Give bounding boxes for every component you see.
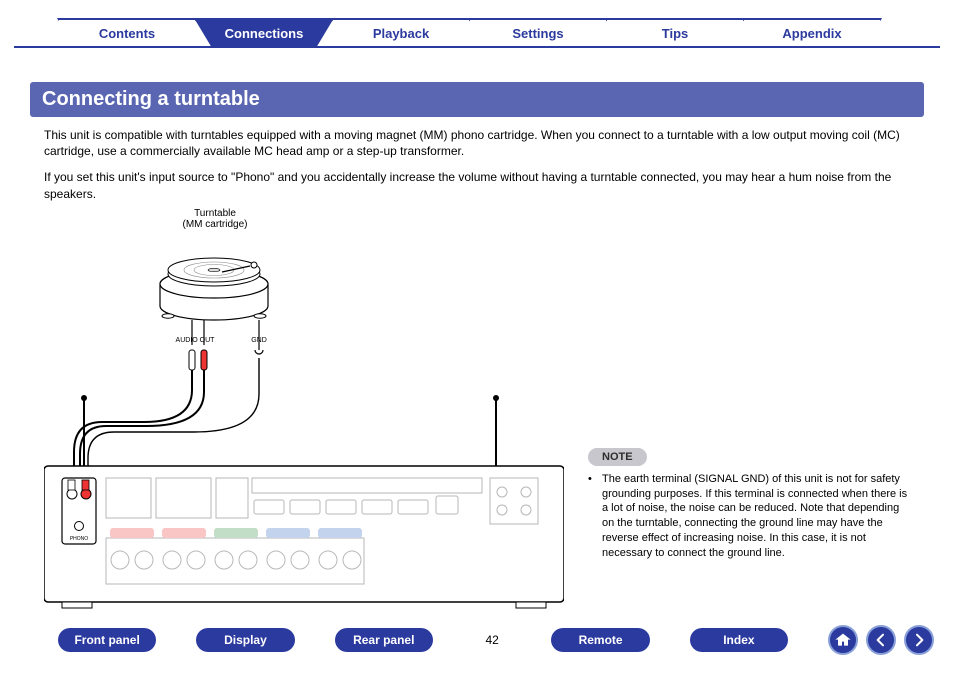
note-block: NOTE The earth terminal (SIGNAL GND) of … [588, 448, 910, 561]
page-number: 42 [473, 633, 512, 647]
footer-nav: Front panel Display Rear panel 42 Remote… [0, 625, 954, 655]
prev-page-icon[interactable] [866, 625, 896, 655]
tab-playback[interactable]: Playback [331, 18, 471, 46]
note-heading: NOTE [588, 448, 647, 466]
footer-btn-display[interactable]: Display [196, 628, 294, 652]
turntable-label-line2: (MM cartridge) [170, 219, 260, 230]
tabs-underline [14, 46, 940, 48]
footer-btn-index[interactable]: Index [690, 628, 788, 652]
intro-paragraph-2: If you set this unit's input source to "… [44, 169, 910, 201]
tab-contents[interactable]: Contents [57, 18, 197, 46]
section-title: Connecting a turntable [30, 82, 924, 117]
footer-btn-remote[interactable]: Remote [551, 628, 649, 652]
next-page-icon[interactable] [904, 625, 934, 655]
tab-settings[interactable]: Settings [468, 18, 608, 46]
intro-paragraph-1: This unit is compatible with turntables … [44, 127, 910, 159]
home-icon[interactable] [828, 625, 858, 655]
footer-btn-front-panel[interactable]: Front panel [58, 628, 156, 652]
diagram-svg: AUDIO OUT GND [44, 232, 564, 612]
top-tabs: Contents Connections Playback Settings T… [16, 0, 938, 46]
note-text: The earth terminal (SIGNAL GND) of this … [588, 472, 910, 561]
tab-appendix[interactable]: Appendix [742, 18, 882, 46]
audio-out-label: AUDIO OUT [176, 337, 216, 344]
footer-btn-rear-panel[interactable]: Rear panel [335, 628, 433, 652]
tab-connections[interactable]: Connections [194, 18, 334, 46]
svg-text:PHONO: PHONO [70, 536, 88, 542]
tab-tips[interactable]: Tips [605, 18, 745, 46]
connection-diagram: Turntable (MM cartridge) [44, 208, 564, 615]
turntable-label-line1: Turntable [170, 208, 260, 219]
